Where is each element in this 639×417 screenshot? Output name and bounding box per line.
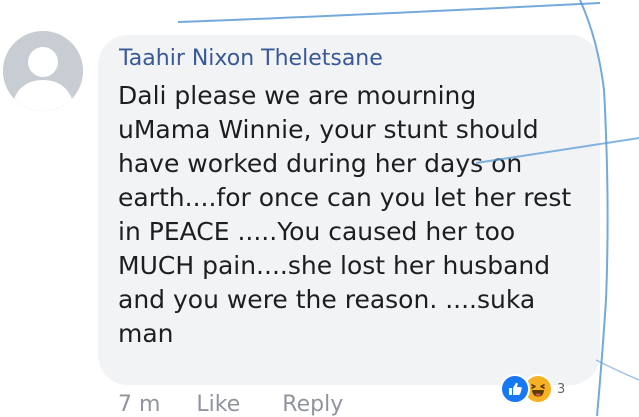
comment-text-line: have worked during her days on xyxy=(118,149,523,178)
comment-text-line: MUCH pain....she lost her husband xyxy=(118,251,551,280)
comment-text-line: Dali please we are mourning xyxy=(118,81,477,110)
timestamp[interactable]: 7 m xyxy=(118,392,160,417)
reaction-count: 3 xyxy=(557,381,566,397)
comment-text-line: in PEACE .....You caused her too xyxy=(118,217,516,246)
reply-button[interactable]: Reply xyxy=(282,392,343,417)
default-profile-icon xyxy=(3,31,83,111)
comment-bubble: Taahir Nixon Theletsane Dali please we a… xyxy=(98,35,600,385)
comment-actions: 7 m Like Reply xyxy=(118,392,343,417)
comment-text-line: earth....for once can you let her rest xyxy=(118,183,572,212)
like-button[interactable]: Like xyxy=(196,392,240,417)
reaction-summary[interactable]: 3 xyxy=(500,372,565,406)
comment-text-line: uMama Winnie, your stunt should xyxy=(118,115,539,144)
comment-text-line: man xyxy=(118,319,174,348)
comment-text-line: and you were the reason. ....suka xyxy=(118,285,536,314)
comment-author-name[interactable]: Taahir Nixon Theletsane xyxy=(119,48,383,70)
avatar[interactable] xyxy=(3,31,83,111)
comment-text: Dali please we are mourning uMama Winnie… xyxy=(118,79,588,351)
like-icon xyxy=(500,374,530,404)
